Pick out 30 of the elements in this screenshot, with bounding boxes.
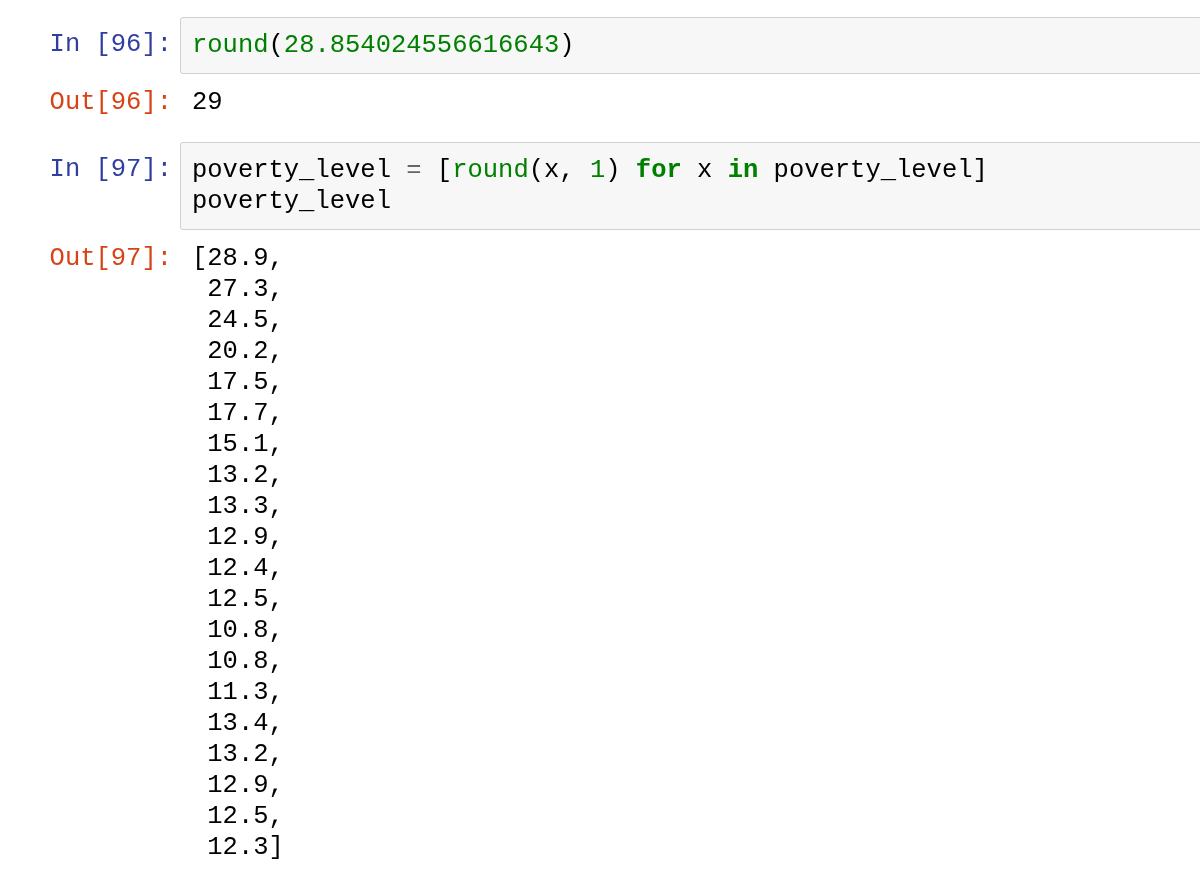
output-line: 12.3] [206,832,285,863]
output-line: 13.2, [206,460,285,491]
output-line: 12.4, [206,553,285,584]
output-line: 27.3, [206,274,285,305]
output-line: 12.5, [206,584,285,615]
output-line: 20.2, [206,336,285,367]
input-prompt: In [96]: [48,29,173,60]
output-line: 12.5, [206,801,285,832]
output-line: 24.5, [206,305,285,336]
code-cell[interactable]: poverty_level = [round(x, 1) for x in poverty_level] poverty_level [180,142,1200,230]
output-line: 13.2, [206,739,285,770]
code-cell[interactable]: round(28.854024556616643) [180,17,1200,74]
code-line: round(28.854024556616643) [192,30,576,61]
code-line: poverty_level [192,186,392,217]
output-line: 12.9, [206,522,285,553]
output-line: 17.7, [206,398,285,429]
output-line: 13.3, [206,491,285,522]
code-line: poverty_level = [round(x, 1) for x in poverty_level] [192,155,989,186]
input-prompt: In [97]: [48,154,173,185]
output-line: 12.9, [206,770,285,801]
output-prompt: Out[96]: [48,87,173,118]
output-line: 11.3, [206,677,285,708]
output-line: 17.5, [206,367,285,398]
output-line: 10.8, [206,615,285,646]
output-line: [28.9, [192,243,285,274]
output-line: 13.4, [206,708,285,739]
output-line: 15.1, [206,429,285,460]
output-line: 29 [192,87,224,118]
output-prompt: Out[97]: [48,243,173,274]
output-line: 10.8, [206,646,285,677]
